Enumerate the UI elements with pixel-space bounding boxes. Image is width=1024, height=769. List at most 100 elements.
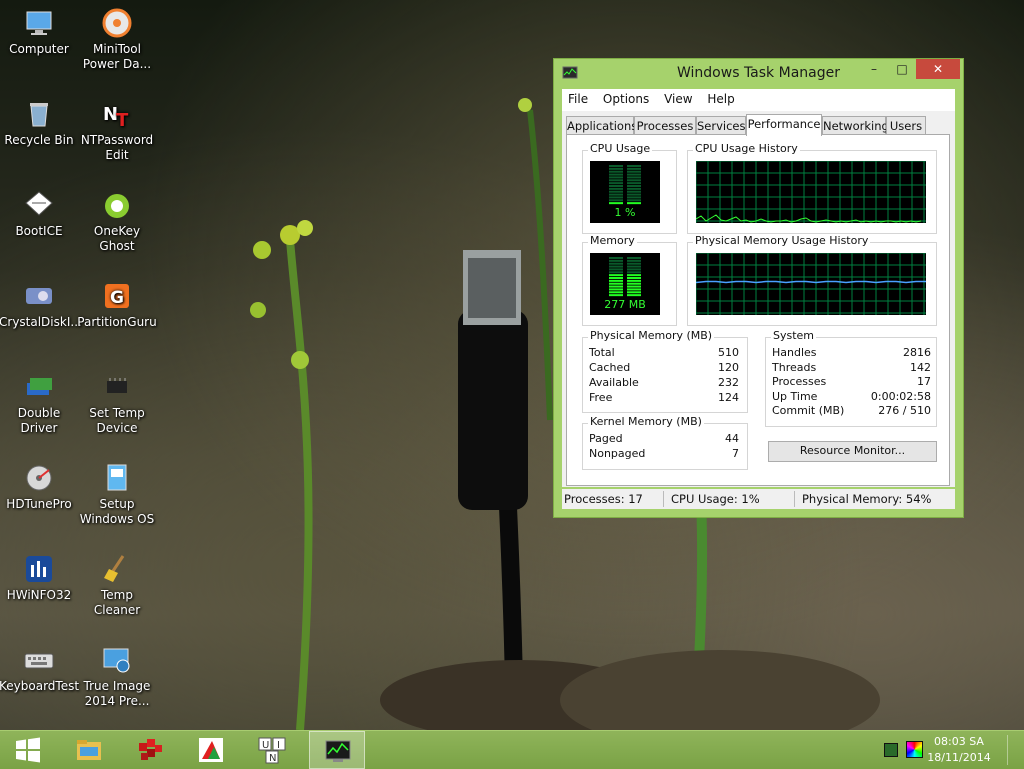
menu-file[interactable]: File (562, 89, 593, 106)
desktop-icon[interactable]: Double Driver (0, 371, 79, 436)
cpu-usage-meter: 1 % (590, 161, 660, 223)
meter-segment (609, 170, 623, 173)
meter-segment (627, 182, 641, 185)
taskbar-puzzle-app[interactable] (122, 731, 178, 769)
unikey-icon: U I N (258, 737, 286, 764)
svg-text:U: U (262, 740, 269, 751)
desktop-icon[interactable]: KeyboardTest (0, 644, 79, 694)
stat-row: Up Time 0:00:02:58 (772, 390, 931, 404)
tab-processes[interactable]: Processes (634, 116, 696, 135)
stat-key: Cached (589, 361, 631, 374)
chip-icon (101, 371, 133, 403)
status-memory: Physical Memory: 54% (802, 492, 932, 506)
desktop-icon[interactable]: BootICE (0, 189, 79, 239)
meter-segment (627, 262, 641, 265)
tray-task-manager-icon[interactable] (884, 743, 898, 757)
start-icon (16, 737, 40, 763)
kernel-memory-group: Kernel Memory (MB) Paged 44 Nonpaged 7 (582, 415, 748, 470)
cpu-usage-value: 1 % (614, 206, 636, 219)
window-client: Applications Processes Services Performa… (562, 111, 955, 487)
memory-meter: 277 MB (590, 253, 660, 315)
tray-display-icon[interactable] (906, 741, 923, 758)
memory-history-label: Physical Memory Usage History (693, 234, 871, 247)
system-label: System (771, 329, 817, 342)
physical-memory-label: Physical Memory (MB) (588, 329, 715, 342)
meter-segment (627, 176, 641, 179)
desktop-icon[interactable]: MiniTool Power Da... (77, 7, 157, 72)
tab-users[interactable]: Users (886, 116, 926, 135)
desktop-icon[interactable]: CrystalDiskI... (0, 280, 82, 330)
stat-row: Commit (MB) 276 / 510 (772, 404, 931, 418)
menu-help[interactable]: Help (701, 89, 739, 106)
start-button[interactable] (0, 731, 56, 769)
menu-options[interactable]: Options (597, 89, 654, 106)
stat-key: Processes (772, 375, 827, 388)
stat-key: Nonpaged (589, 447, 646, 460)
desktop-icon[interactable]: Computer (0, 7, 79, 57)
resource-monitor-button[interactable]: Resource Monitor... (768, 441, 937, 462)
menu-view[interactable]: View (658, 89, 697, 106)
meter-segment (627, 282, 641, 285)
trueimage-icon (101, 644, 133, 676)
meter-segment (627, 196, 641, 199)
performance-pane: CPU Usage 1 % CPU Usage History Memory 2… (566, 134, 950, 486)
hwinfo-icon (23, 553, 55, 585)
desktop-icon[interactable]: HDTunePro (0, 462, 79, 512)
desktop-icon[interactable]: Recycle Bin (0, 98, 79, 148)
taskbar-task-manager[interactable] (309, 731, 365, 769)
tab-performance[interactable]: Performance (746, 114, 822, 136)
task-manager-window: Windows Task Manager – □ ✕ File Options … (553, 58, 964, 518)
desktop-icon[interactable]: Set Temp Device (77, 371, 157, 436)
meter-segment (609, 279, 623, 282)
taskbar-paint-app[interactable] (183, 731, 239, 769)
desktop-icon-label: HDTunePro (6, 497, 72, 511)
meter-segment (627, 185, 641, 187)
desktop-icon-label: OneKey Ghost (93, 224, 141, 253)
stat-value: 17 (917, 375, 931, 388)
stat-value: 124 (718, 391, 739, 404)
desktop-icon-label: True Image 2014 Pre... (83, 679, 151, 708)
computer-icon (23, 7, 55, 39)
stat-value: 276 / 510 (878, 404, 931, 417)
taskbar-clock[interactable]: 08:03 SA 18/11/2014 (924, 734, 994, 766)
svg-text:G: G (110, 288, 124, 308)
desktop-icon[interactable]: HWiNFO32 (0, 553, 79, 603)
ntpassword-icon: NT (101, 98, 133, 131)
meter-segment (627, 294, 641, 297)
desktop-icon[interactable]: True Image 2014 Pre... (77, 644, 157, 709)
tab-applications[interactable]: Applications (566, 116, 637, 135)
meter-segment (627, 268, 641, 271)
stat-value: 44 (725, 432, 739, 445)
tab-networking[interactable]: Networking (822, 116, 889, 135)
maximize-button[interactable]: □ (888, 59, 916, 79)
desktop-icon[interactable]: Temp Cleaner (77, 553, 157, 618)
tab-services[interactable]: Services (696, 116, 746, 135)
close-button[interactable]: ✕ (916, 59, 960, 79)
title-bar[interactable]: Windows Task Manager – □ ✕ (554, 59, 963, 89)
meter-segment (609, 202, 623, 205)
stat-row: Paged 44 (589, 432, 739, 446)
taskbar-unikey[interactable]: U I N (244, 731, 300, 769)
cpu-usage-label: CPU Usage (588, 142, 653, 155)
memory-history-svg (695, 252, 926, 315)
stat-value: 232 (718, 376, 739, 389)
svg-text:I: I (277, 740, 280, 751)
meter-segment (609, 288, 623, 291)
meter-segment (609, 268, 623, 271)
desktop-icon[interactable]: N T NTPassword Edit (77, 98, 157, 163)
stat-value: 120 (718, 361, 739, 374)
stat-value: 0:00:02:58 (870, 389, 931, 403)
minimize-button[interactable]: – (860, 59, 888, 79)
stat-row: Cached 120 (589, 361, 739, 375)
meter-segment (627, 277, 641, 279)
show-desktop-button[interactable] (1007, 735, 1020, 765)
desktop-icon[interactable]: G PartitionGuru (77, 280, 157, 330)
stat-key: Available (589, 376, 639, 389)
stat-value: 142 (910, 360, 931, 374)
taskbar-file-explorer[interactable] (61, 731, 117, 769)
desktop-icon[interactable]: OneKey Ghost (77, 189, 157, 254)
meter-segment (609, 182, 623, 185)
desktop-icon[interactable]: Setup Windows OS (77, 462, 157, 527)
recycle-bin-icon (23, 98, 55, 130)
meter-segment (609, 199, 623, 202)
